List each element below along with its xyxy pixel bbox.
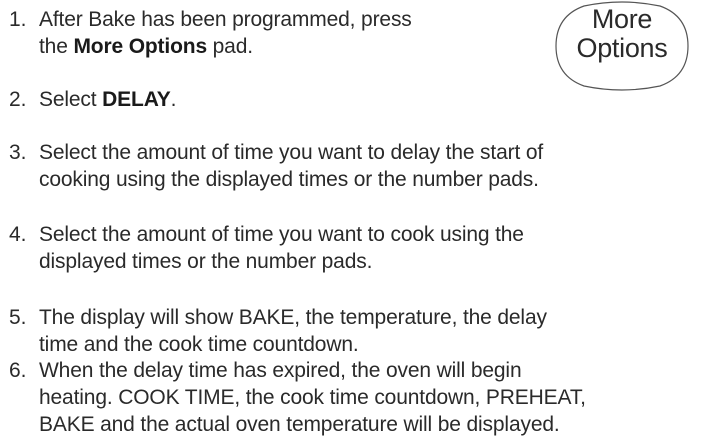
step-line: time and the cook time countdown. xyxy=(39,333,359,356)
more-options-pad-badge: More Options xyxy=(554,0,690,92)
step-line: When the delay time has expired, the ove… xyxy=(39,359,522,382)
more-options-keyword: More Options xyxy=(73,35,207,58)
step-text-post: pad. xyxy=(206,35,253,58)
delay-keyword: DELAY xyxy=(102,88,171,111)
step-number: 4. xyxy=(9,223,27,246)
step-line: BAKE and the actual oven temperature wil… xyxy=(39,413,560,436)
step-line: Select the amount of time you want to co… xyxy=(39,223,524,246)
step-text: The display will show BAKE, the temperat… xyxy=(39,304,711,358)
step-number: 3. xyxy=(9,141,27,164)
step-text: Select the amount of time you want to co… xyxy=(39,221,711,275)
step-line: The display will show BAKE, the temperat… xyxy=(39,306,547,329)
pad-label-line: More xyxy=(591,4,653,34)
step-text: Select the amount of time you want to de… xyxy=(39,139,711,193)
step-line: heating. COOK TIME, the cook time countd… xyxy=(39,386,586,409)
step-line: displayed times or the number pads. xyxy=(39,250,373,273)
step-text-pre: the xyxy=(39,35,74,58)
step-text-pre: Select xyxy=(39,88,103,111)
step-number: 1. xyxy=(9,8,27,31)
step-number: 2. xyxy=(9,88,27,111)
step-number: 6. xyxy=(9,359,27,382)
step-text-post: . xyxy=(170,88,177,111)
step-number: 5. xyxy=(9,306,27,329)
step-line: cooking using the displayed times or the… xyxy=(39,168,539,191)
step-line: Select the amount of time you want to de… xyxy=(39,141,544,164)
step-text: When the delay time has expired, the ove… xyxy=(39,357,711,438)
pad-label-line: Options xyxy=(576,33,668,63)
